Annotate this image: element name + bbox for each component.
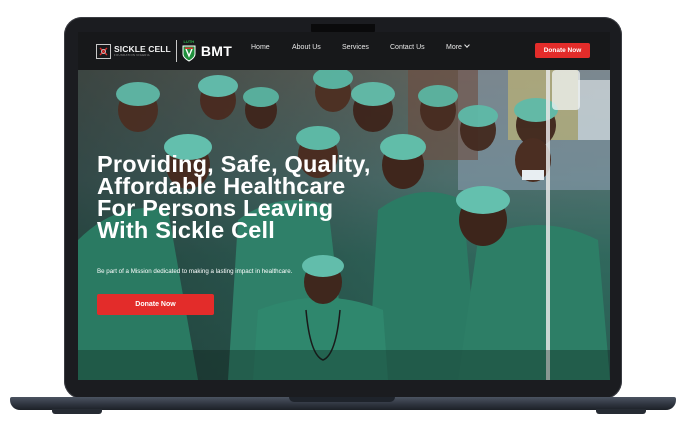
nav-more-dropdown[interactable]: More xyxy=(446,42,470,51)
luth-label: LUTH xyxy=(183,39,195,44)
laptop-base-notch xyxy=(289,397,395,402)
nav-about-link[interactable]: About Us xyxy=(292,44,321,51)
shield-icon xyxy=(182,45,196,62)
nav-home-link[interactable]: Home xyxy=(251,44,270,51)
logo-text: SICKLE CELL xyxy=(114,43,171,54)
navbar: SICKLE CELL FOUNDATION NIGERIA LUTH BMT … xyxy=(78,32,610,70)
laptop-foot-right xyxy=(596,409,646,414)
luth-logo: LUTH xyxy=(182,40,196,62)
hero-heading-line: Affordable Healthcare xyxy=(97,173,346,199)
hero-donate-button[interactable]: Donate Now xyxy=(97,294,214,315)
website-screen: SICKLE CELL FOUNDATION NIGERIA LUTH BMT … xyxy=(78,32,610,380)
chevron-down-icon xyxy=(464,42,470,48)
laptop-foot-left xyxy=(52,409,102,414)
hero-heading-line: For Persons Leaving xyxy=(97,195,334,221)
sickle-cell-logo-icon xyxy=(96,43,111,59)
hero-heading-line: Providing, Safe, Quality, xyxy=(97,151,371,177)
nav-more-label: More xyxy=(446,44,462,51)
nav-donate-button[interactable]: Donate Now xyxy=(535,43,590,58)
brand-name: BMT xyxy=(200,43,233,59)
logo-subtext: FOUNDATION NIGERIA xyxy=(114,53,150,58)
hero-heading-line: With Sickle Cell xyxy=(97,217,275,243)
site-logo[interactable]: SICKLE CELL FOUNDATION NIGERIA LUTH BMT xyxy=(96,40,232,62)
hero-heading: Providing, Safe, Quality, Affordable Hea… xyxy=(97,151,397,243)
hero-subtitle: Be part of a Mission dedicated to making… xyxy=(97,268,293,275)
logo-divider xyxy=(175,40,177,62)
hero-section: Providing, Safe, Quality, Affordable Hea… xyxy=(78,70,610,380)
nav-services-link[interactable]: Services xyxy=(342,44,369,51)
nav-contact-link[interactable]: Contact Us xyxy=(390,44,425,51)
